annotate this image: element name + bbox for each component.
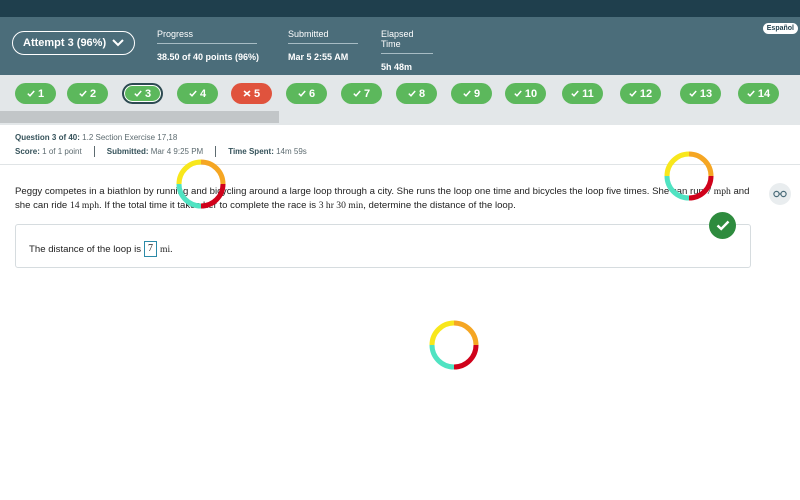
language-button[interactable]: Español <box>762 23 798 34</box>
answer-box: The distance of the loop is 7 mi. <box>15 224 751 268</box>
answer-line: The distance of the loop is 7 mi. <box>29 241 173 257</box>
check-icon <box>27 90 35 97</box>
question-pill-14[interactable]: 14 <box>738 83 779 104</box>
check-icon <box>629 90 637 97</box>
problem-text: , determine the distance of the loop. <box>363 200 516 211</box>
answer-prefix: The distance of the loop is <box>29 243 141 255</box>
divider <box>215 146 217 157</box>
question-number: 7 <box>363 87 371 100</box>
check-icon <box>689 90 697 97</box>
checkmark-icon <box>716 220 729 231</box>
correct-check-icon <box>709 212 736 239</box>
question-pill-1[interactable]: 1 <box>15 83 56 104</box>
question-number: 6 <box>308 87 316 100</box>
question-pill-8[interactable]: 8 <box>396 83 437 104</box>
question-pill-3[interactable]: 3 <box>122 83 163 104</box>
question-number: 5 <box>253 87 261 100</box>
progress-value: 38.50 of 40 points (96%) <box>157 52 260 62</box>
question-number: 9 <box>473 87 481 100</box>
question-value: 1.2 Section Exercise 17,18 <box>82 133 178 142</box>
question-meta-row: Score: 1 of 1 point Submitted: Mar 4 9:2… <box>15 146 307 157</box>
check-icon <box>134 90 142 97</box>
loading-spinner-icon <box>176 159 226 209</box>
question-pill-5[interactable]: 5 <box>231 83 272 104</box>
question-number: 14 <box>757 87 771 100</box>
score-label: Score: <box>15 147 40 156</box>
progress-label: Progress <box>157 29 257 44</box>
answer-input[interactable]: 7 <box>144 241 157 257</box>
reading-glasses-button[interactable] <box>769 183 791 205</box>
ride-speed: 14 mph <box>69 200 99 211</box>
submitted-value: Mar 5 2:55 AM <box>288 52 349 62</box>
problem-text: Peggy competes in a biathlon by running … <box>15 186 707 197</box>
question-pill-11[interactable]: 11 <box>562 83 603 104</box>
check-icon <box>408 90 416 97</box>
score-value: 1 of 1 point <box>42 147 82 156</box>
question-pill-7[interactable]: 7 <box>341 83 382 104</box>
question-number: 10 <box>524 87 538 100</box>
question-pill-12[interactable]: 12 <box>620 83 661 104</box>
question-number: 3 <box>144 87 152 100</box>
x-icon <box>243 90 251 97</box>
check-icon <box>79 90 87 97</box>
loading-spinner-icon <box>429 320 479 370</box>
question-number: 13 <box>699 87 713 100</box>
glasses-icon <box>773 190 787 198</box>
question-pill-9[interactable]: 9 <box>451 83 492 104</box>
question-number: 1 <box>37 87 45 100</box>
loading-spinner-icon <box>664 151 714 201</box>
check-icon <box>747 90 755 97</box>
question-info: Question 3 of 40: 1.2 Section Exercise 1… <box>15 133 177 142</box>
time-spent-value: 14m 59s <box>276 147 307 156</box>
question-number: 11 <box>582 87 594 100</box>
total-time: 3 hr 30 min <box>318 200 364 211</box>
check-icon <box>463 90 471 97</box>
time-spent-label: Time Spent: <box>228 147 274 156</box>
question-pill-10[interactable]: 10 <box>505 83 546 104</box>
progress-stat: Progress 38.50 of 40 points (96%) <box>157 29 259 62</box>
chevron-down-icon <box>112 39 124 47</box>
answer-unit: mi. <box>160 243 173 255</box>
question-pill-4[interactable]: 4 <box>177 83 218 104</box>
elapsed-stat: Elapsed Time 5h 48m <box>381 29 433 72</box>
submitted-meta-label: Submitted: <box>106 147 149 156</box>
attempt-label: Attempt 3 (96%) <box>23 37 107 49</box>
check-icon <box>514 90 522 97</box>
question-pill-2[interactable]: 2 <box>67 83 108 104</box>
check-icon <box>353 90 361 97</box>
attempt-header: Attempt 3 (96%) Progress 38.50 of 40 poi… <box>0 17 800 75</box>
question-number: 12 <box>639 87 653 100</box>
submitted-stat: Submitted Mar 5 2:55 AM <box>288 29 358 62</box>
submitted-meta-value: Mar 4 9:25 PM <box>150 147 204 156</box>
top-strip <box>0 0 800 17</box>
nav-scrollbar[interactable] <box>0 111 279 123</box>
question-pill-6[interactable]: 6 <box>286 83 327 104</box>
question-label: Question 3 of 40: <box>15 133 80 142</box>
check-icon <box>571 90 579 97</box>
problem-statement: Peggy competes in a biathlon by running … <box>15 185 755 213</box>
elapsed-label: Elapsed Time <box>381 29 433 54</box>
submitted-label: Submitted <box>288 29 358 44</box>
question-number: 2 <box>89 87 97 100</box>
question-pill-13[interactable]: 13 <box>680 83 721 104</box>
elapsed-value: 5h 48m <box>381 62 413 72</box>
check-icon <box>298 90 306 97</box>
question-number: 4 <box>199 87 207 100</box>
question-number: 8 <box>418 87 426 100</box>
attempt-dropdown-button[interactable]: Attempt 3 (96%) <box>12 31 136 55</box>
check-icon <box>189 90 197 97</box>
divider <box>93 146 95 157</box>
